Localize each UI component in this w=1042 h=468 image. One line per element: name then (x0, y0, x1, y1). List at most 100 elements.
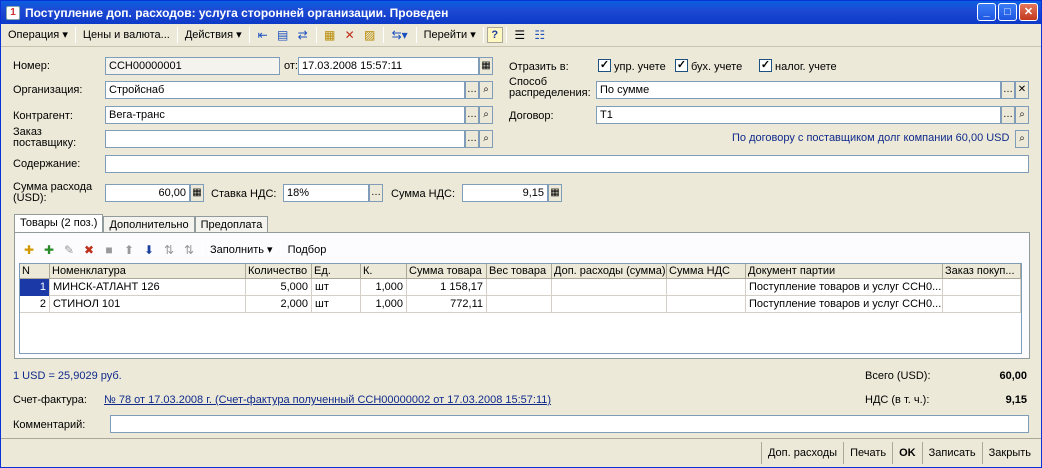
delete-row-icon[interactable]: ✖ (79, 240, 99, 260)
comment-field[interactable] (110, 415, 1029, 433)
structure-icon[interactable]: ▦ (320, 26, 340, 45)
vat-rate-field[interactable]: 18% (283, 184, 369, 202)
column-header[interactable]: Доп. расходы (сумма) (552, 264, 667, 279)
tax-accounting-checkbox[interactable]: ✓ (759, 59, 772, 72)
table-cell[interactable]: 1 (20, 279, 50, 296)
list-view-icon[interactable]: ☰ (510, 26, 530, 45)
column-header[interactable]: Номенклатура (50, 264, 246, 279)
clear-icon[interactable]: ✕ (1015, 81, 1029, 99)
table-cell[interactable] (487, 296, 552, 313)
management-accounting-checkbox[interactable]: ✓ (598, 59, 611, 72)
select-ellipsis-icon[interactable]: … (1001, 81, 1015, 99)
table-cell[interactable] (552, 279, 667, 296)
sort-desc-icon[interactable]: ⇅ (179, 240, 199, 260)
select-ellipsis-icon[interactable]: … (465, 130, 479, 148)
expense-sum-field[interactable]: 60,00 (105, 184, 190, 202)
help-icon[interactable]: ? (486, 27, 503, 43)
vat-sum-field[interactable]: 9,15 (462, 184, 548, 202)
table-row[interactable]: 2 СТИНОЛ 101 2,000 шт 1,000 772,11 Посту… (20, 296, 1021, 313)
close-button[interactable]: Закрыть (981, 442, 1037, 464)
search-icon[interactable]: ⌕ (1015, 106, 1029, 124)
accounting-checkbox[interactable]: ✓ (675, 59, 688, 72)
calculator-icon[interactable]: ▦ (548, 184, 562, 202)
operation-menu[interactable]: Операция ▾ (4, 26, 72, 45)
table-cell[interactable] (667, 296, 746, 313)
table-cell[interactable]: шт (312, 296, 361, 313)
table-cell[interactable]: 2,000 (246, 296, 312, 313)
table-row[interactable]: 1 МИНСК-АТЛАНТ 126 5,000 шт 1,000 1 158,… (20, 279, 1021, 296)
column-header[interactable]: Количество (246, 264, 312, 279)
actions-menu[interactable]: Действия ▾ (181, 26, 246, 45)
table-cell[interactable]: 1,000 (361, 296, 407, 313)
select-ellipsis-icon[interactable]: … (465, 81, 479, 99)
close-window-button[interactable]: ✕ (1019, 3, 1038, 21)
table-cell[interactable]: шт (312, 279, 361, 296)
minimize-button[interactable]: _ (977, 3, 996, 21)
supplier-order-field[interactable] (105, 130, 465, 148)
table-cell[interactable]: 2 (20, 296, 50, 313)
table-cell[interactable]: МИНСК-АТЛАНТ 126 (50, 279, 246, 296)
search-icon[interactable]: ⌕ (479, 130, 493, 148)
enter-based-icon[interactable]: ⇆▾ (387, 26, 413, 45)
goto-menu[interactable]: Перейти ▾ (420, 26, 480, 45)
column-header[interactable]: К. (361, 264, 407, 279)
contractor-field[interactable]: Вега-транс (105, 106, 465, 124)
prices-button[interactable]: Цены и валюта... (79, 26, 174, 45)
select-button[interactable]: Подбор (284, 241, 331, 260)
number-field[interactable]: ССН00000001 (105, 57, 280, 75)
report-icon[interactable]: ▨ (360, 26, 380, 45)
movements-icon[interactable]: ▤ (273, 26, 293, 45)
copy-row-icon[interactable]: ✚ (39, 240, 59, 260)
maximize-button[interactable]: □ (998, 3, 1017, 21)
table-cell[interactable]: Поступление товаров и услуг ССН0... (746, 296, 943, 313)
column-header[interactable]: Вес товара (487, 264, 552, 279)
move-down-icon[interactable]: ⬇ (139, 240, 159, 260)
contract-debt-text[interactable]: По договору с поставщиком долг компании … (732, 132, 1009, 144)
fill-menu[interactable]: Заполнить ▾ (206, 241, 277, 260)
column-header[interactable]: Сумма товара (407, 264, 487, 279)
contract-field[interactable]: Т1 (596, 106, 1001, 124)
distribution-field[interactable]: По сумме (596, 81, 1001, 99)
sort-asc-icon[interactable]: ⇅ (159, 240, 179, 260)
table-cell[interactable]: 5,000 (246, 279, 312, 296)
column-header[interactable]: N (20, 264, 50, 279)
table-cell[interactable] (667, 279, 746, 296)
tab-goods[interactable]: Товары (2 поз.) (14, 214, 104, 234)
extra-expenses-button[interactable]: Доп. расходы (760, 442, 843, 464)
move-up-icon[interactable]: ⬆ (119, 240, 139, 260)
organization-field[interactable]: Стройснаб (105, 81, 465, 99)
table-cell[interactable]: 1 158,17 (407, 279, 487, 296)
table-cell[interactable]: Поступление товаров и услуг ССН0... (746, 279, 943, 296)
table-cell[interactable] (943, 279, 1021, 296)
table-cell[interactable]: СТИНОЛ 101 (50, 296, 246, 313)
search-icon[interactable]: ⌕ (1015, 130, 1029, 148)
search-icon[interactable]: ⌕ (479, 81, 493, 99)
table-cell[interactable]: 772,11 (407, 296, 487, 313)
table-cell[interactable] (552, 296, 667, 313)
delete-mark-icon[interactable]: ✕ (340, 26, 360, 45)
table-cell[interactable] (943, 296, 1021, 313)
date-field[interactable]: 17.03.2008 15:57:11 (298, 57, 479, 75)
settings-list-icon[interactable]: ☷ (530, 26, 550, 45)
column-header[interactable]: Ед. (312, 264, 361, 279)
end-edit-icon[interactable]: ■ (99, 240, 119, 260)
ok-button[interactable]: OK (892, 442, 922, 464)
select-ellipsis-icon[interactable]: … (465, 106, 479, 124)
column-header[interactable]: Заказ покуп... (943, 264, 1021, 279)
add-row-icon[interactable]: ✚ (19, 240, 39, 260)
edit-row-icon[interactable]: ✎ (59, 240, 79, 260)
content-field[interactable] (105, 155, 1029, 173)
search-icon[interactable]: ⌕ (479, 106, 493, 124)
table-cell[interactable]: 1,000 (361, 279, 407, 296)
calculator-icon[interactable]: ▦ (190, 184, 204, 202)
print-button[interactable]: Печать (843, 442, 892, 464)
post-icon[interactable]: ⇤ (253, 26, 273, 45)
column-header[interactable]: Сумма НДС (667, 264, 746, 279)
save-button[interactable]: Записать (921, 442, 982, 464)
exchange-rate-link[interactable]: 1 USD = 25,9029 руб. (13, 370, 122, 382)
column-header[interactable]: Документ партии (746, 264, 943, 279)
refresh-icon[interactable]: ⇄ (293, 26, 313, 45)
table-cell[interactable] (487, 279, 552, 296)
select-ellipsis-icon[interactable]: … (1001, 106, 1015, 124)
select-ellipsis-icon[interactable]: … (369, 184, 383, 202)
